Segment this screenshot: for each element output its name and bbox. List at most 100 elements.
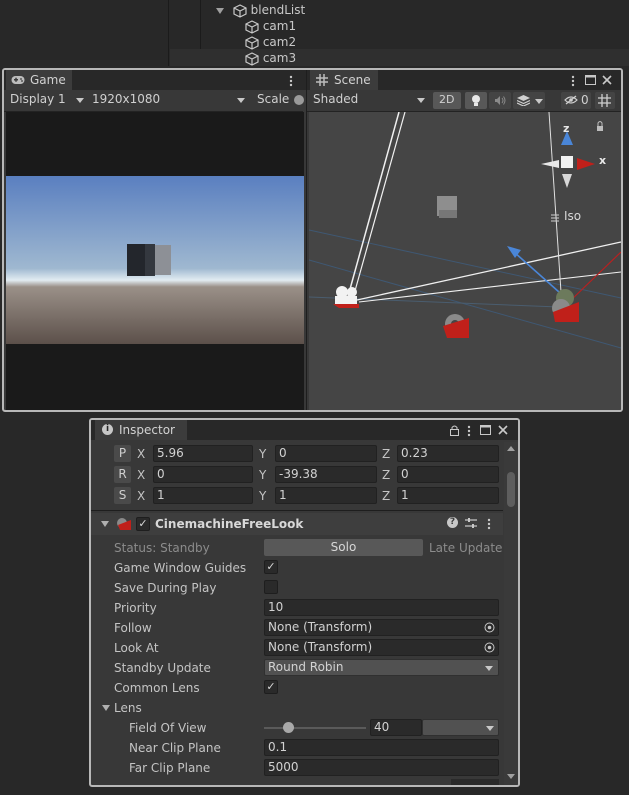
lightbulb-icon: [472, 95, 480, 106]
far-clip-field[interactable]: 5000: [264, 759, 499, 776]
more-options-icon[interactable]: [571, 75, 575, 87]
effects-dropdown[interactable]: [513, 92, 545, 109]
axis-y-label[interactable]: Y: [259, 468, 266, 482]
foldout-arrow-icon[interactable]: [101, 521, 109, 527]
presets-icon[interactable]: [465, 517, 477, 529]
close-icon[interactable]: [602, 75, 612, 85]
display-dropdown[interactable]: Display 1: [6, 90, 86, 111]
more-options-icon[interactable]: [487, 518, 491, 530]
game-window-guides-row: Game Window Guides ✓: [91, 558, 503, 578]
scene-visibility-button[interactable]: 0: [561, 92, 591, 109]
position-y-field[interactable]: 0: [275, 445, 377, 462]
hierarchy-item-blendlist[interactable]: blendList: [216, 2, 305, 18]
more-options-icon[interactable]: [467, 425, 471, 437]
rotation-x-field[interactable]: 0: [153, 466, 253, 483]
hierarchy-item-label: cam2: [262, 35, 297, 49]
look-at-field[interactable]: None (Transform): [264, 639, 499, 656]
solo-button[interactable]: Solo: [264, 539, 423, 556]
lens-foldout-row[interactable]: Lens: [91, 698, 503, 718]
component-header[interactable]: ✓ CinemachineFreeLook ?: [91, 513, 503, 535]
axis-x-label[interactable]: X: [137, 447, 145, 461]
scale-button[interactable]: S: [114, 487, 131, 504]
shading-mode-dropdown[interactable]: Shaded: [309, 90, 427, 111]
hierarchy-item-cam1[interactable]: cam1: [245, 18, 296, 34]
game-scene-window: Game Scene Display 1 1920x1080 Scale Sha…: [2, 68, 623, 412]
speaker-icon: [495, 96, 506, 105]
panel-divider: [306, 70, 307, 410]
status-row: Status: Standby Solo Late Update: [91, 538, 503, 558]
position-row: P X 5.96 Y 0 Z 0.23: [91, 444, 503, 464]
hierarchy-item-cam3[interactable]: cam3: [245, 50, 296, 66]
gizmos-button[interactable]: [595, 92, 615, 109]
axis-z-label[interactable]: Z: [382, 447, 390, 461]
rotation-z-field[interactable]: 0: [397, 466, 499, 483]
help-icon[interactable]: ?: [447, 517, 458, 528]
hierarchy-item-label: blendList: [250, 3, 306, 17]
fov-slider-track[interactable]: [264, 727, 366, 729]
axis-x-label[interactable]: X: [137, 489, 145, 503]
scroll-down-icon[interactable]: [507, 774, 515, 779]
maximize-icon[interactable]: [585, 75, 596, 85]
position-x-field[interactable]: 5.96: [153, 445, 253, 462]
foldout-arrow-icon[interactable]: [102, 705, 110, 711]
axis-z-label[interactable]: Z: [382, 489, 390, 503]
scale-x-field[interactable]: 1: [153, 487, 253, 504]
rotation-y-field[interactable]: -39.38: [275, 466, 377, 483]
lock-icon[interactable]: [450, 425, 459, 436]
axis-z-label[interactable]: Z: [382, 468, 390, 482]
object-picker-icon[interactable]: [484, 642, 495, 653]
tab-inspector[interactable]: i Inspector: [95, 420, 187, 440]
scene-viewport[interactable]: z x Iso: [309, 112, 621, 410]
resolution-dropdown[interactable]: 1920x1080: [88, 90, 248, 111]
position-button[interactable]: P: [114, 445, 131, 462]
common-lens-checkbox[interactable]: ✓: [264, 680, 278, 694]
scale-slider-thumb[interactable]: [294, 95, 304, 105]
hierarchy-item-cam2[interactable]: cam2: [245, 34, 296, 50]
game-view[interactable]: [6, 112, 304, 410]
priority-field[interactable]: 10: [264, 599, 499, 616]
fov-field[interactable]: 40: [370, 719, 422, 736]
follow-field[interactable]: None (Transform): [264, 619, 499, 636]
lighting-toggle-button[interactable]: [465, 92, 487, 109]
fov-slider-thumb[interactable]: [283, 722, 294, 733]
scale-z-field[interactable]: 1: [397, 487, 499, 504]
lens-label: Lens: [114, 701, 142, 715]
2d-toggle-button[interactable]: 2D: [433, 92, 461, 109]
game-window-guides-checkbox[interactable]: ✓: [264, 560, 278, 574]
axis-y-label[interactable]: Y: [259, 489, 266, 503]
inspector-scrollbar[interactable]: [504, 442, 518, 785]
gizmo-x-label[interactable]: x: [599, 154, 606, 167]
tab-scene[interactable]: Scene: [310, 70, 378, 90]
maximize-icon[interactable]: [480, 425, 491, 435]
follow-label: Follow: [114, 621, 152, 635]
more-options-icon[interactable]: [289, 75, 293, 87]
component-enabled-checkbox[interactable]: ✓: [136, 517, 150, 531]
close-icon[interactable]: [498, 425, 508, 435]
position-z-field[interactable]: 0.23: [397, 445, 499, 462]
shading-mode-value: Shaded: [313, 92, 359, 106]
axis-x-label[interactable]: X: [137, 468, 145, 482]
save-during-play-checkbox[interactable]: [264, 580, 278, 594]
tab-bar: Game Scene: [4, 70, 621, 410]
divider: [91, 510, 503, 511]
scroll-up-icon[interactable]: [507, 446, 515, 451]
look-at-row: Look At None (Transform): [91, 638, 503, 658]
tab-label: Game: [30, 73, 66, 87]
audio-toggle-button[interactable]: [489, 92, 511, 109]
scrollbar-thumb[interactable]: [507, 472, 515, 507]
chevron-down-icon: [486, 726, 494, 731]
field-of-view-row: Field Of View 40: [91, 718, 503, 738]
scale-y-field[interactable]: 1: [275, 487, 377, 504]
object-picker-icon[interactable]: [484, 622, 495, 633]
fov-preset-dropdown[interactable]: [422, 719, 499, 736]
projection-label[interactable]: Iso: [564, 209, 581, 223]
game-render: [6, 176, 304, 344]
foldout-arrow-icon[interactable]: [216, 7, 224, 14]
near-clip-field[interactable]: 0.1: [264, 739, 499, 756]
standby-update-dropdown[interactable]: Round Robin: [264, 659, 499, 676]
common-lens-row: Common Lens ✓: [91, 678, 503, 698]
rotation-button[interactable]: R: [114, 466, 131, 483]
axis-y-label[interactable]: Y: [259, 447, 266, 461]
follow-row: Follow None (Transform): [91, 618, 503, 638]
tab-game[interactable]: Game: [6, 70, 72, 90]
